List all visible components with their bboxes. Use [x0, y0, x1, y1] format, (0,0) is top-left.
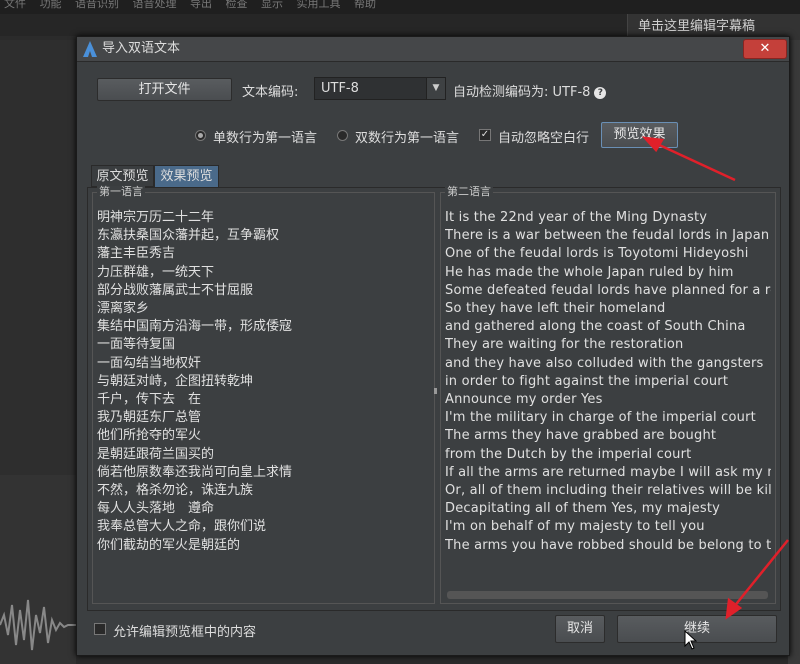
tab-original-preview[interactable]: 原文预览: [91, 165, 154, 187]
second-language-line: The arms they have grabbed are bought: [445, 428, 717, 444]
chevron-down-icon[interactable]: ▼: [426, 78, 445, 99]
second-language-line: He has made the whole Japan ruled by him: [445, 264, 734, 280]
second-language-line: Or, all of them including their relative…: [445, 483, 771, 499]
ignore-blank-label: 自动忽略空白行: [498, 131, 590, 146]
first-language-line: 一面勾结当地权奸: [97, 355, 202, 371]
even-first-radio[interactable]: [337, 130, 348, 141]
first-language-line: 倘若他原数奉还我尚可向皇上求情: [97, 464, 293, 480]
first-language-line: 不然，格杀勿论，诛连九族: [97, 483, 254, 499]
app-logo-icon: [83, 41, 97, 57]
menu-export[interactable]: 导出: [190, 0, 212, 9]
first-language-lines: 明神宗万历二十二年东瀛扶桑国众藩并起，互争霸权 藩主丰臣秀吉力压群雄，一统天下部分…: [97, 209, 430, 555]
first-language-legend: 第一语言: [97, 185, 145, 198]
menu-function[interactable]: 功能: [40, 0, 62, 9]
first-language-line: 他们所抢夺的军火: [97, 428, 202, 444]
first-language-line: 你们截劫的军火是朝廷的: [97, 537, 241, 553]
dialog-title: 导入双语文本: [102, 41, 181, 56]
second-language-line: Some defeated feudal lords have planned …: [445, 282, 771, 298]
first-language-line: 明神宗万历二十二年: [97, 210, 215, 225]
preview-content-area: 第一语言 明神宗万历二十二年东瀛扶桑国众藩并起，互争霸权 藩主丰臣秀吉力压群雄，一…: [87, 186, 781, 611]
app-menubar: 文件 功能 语音识别 语音处理 导出 检查 显示 实用工具 帮助: [0, 0, 800, 14]
ignore-blank-checkbox[interactable]: ✓: [479, 129, 491, 141]
odd-first-radio[interactable]: [195, 130, 206, 141]
first-language-line: 漂离家乡: [97, 301, 150, 317]
first-language-line: 力压群雄，一统天下: [97, 264, 215, 280]
tab-effect-preview[interactable]: 效果预览: [154, 165, 219, 187]
first-language-line: 东瀛扶桑国众藩并起，互争霸权: [97, 228, 280, 244]
allow-edit-checkbox[interactable]: [94, 623, 106, 635]
close-button[interactable]: ✕: [743, 39, 787, 59]
second-language-line: I'm the military in charge of the imperi…: [445, 410, 756, 426]
close-icon: ✕: [759, 41, 771, 56]
second-language-line: It is the 22nd year of the Ming Dynasty: [445, 210, 708, 225]
encoding-value: UTF-8: [321, 81, 359, 96]
second-language-line: and they have also colluded with the gan…: [445, 355, 764, 371]
encoding-label: 文本编码:: [242, 85, 299, 100]
open-file-button[interactable]: 打开文件: [97, 78, 232, 101]
even-first-label: 双数行为第一语言: [355, 131, 460, 146]
menu-speech-recognition[interactable]: 语音识别: [75, 0, 119, 9]
first-language-line: 集结中国南方沿海一带，形成倭寇: [97, 319, 293, 335]
first-language-line: 千户，传下去 在: [97, 392, 202, 408]
first-language-line: 每人人头落地 遵命: [97, 501, 215, 517]
first-language-line: 部分战败藩属武士不甘屈服: [97, 282, 254, 298]
second-language-line: and gathered along the coast of South Ch…: [445, 319, 746, 335]
second-language-line: If all the arms are returned maybe I wil…: [445, 464, 771, 480]
second-language-line: in order to fight against the imperial c…: [445, 373, 729, 389]
allow-edit-label: 允许编辑预览框中的内容: [113, 625, 257, 640]
first-language-line: 我乃朝廷东厂总管: [97, 410, 202, 426]
second-language-line: I'm on behalf of my majesty to tell you: [445, 519, 705, 535]
preview-effect-button[interactable]: 预览效果: [601, 122, 678, 148]
continue-button[interactable]: 继续: [617, 615, 777, 643]
waveform-graphic: [0, 599, 76, 651]
second-language-line: There is a war between the feudal lords …: [445, 228, 770, 244]
second-language-pane[interactable]: 第二语言 It is the 22nd year of the Ming Dyn…: [440, 186, 776, 604]
cancel-button[interactable]: 取消: [555, 615, 605, 643]
first-language-line: 藩主丰臣秀吉: [97, 246, 176, 262]
second-language-lines: It is the 22nd year of the Ming Dynasty T…: [445, 209, 771, 555]
second-language-line: They are waiting for the restoration: [445, 337, 684, 353]
pane-splitter-handle[interactable]: [434, 388, 437, 394]
second-language-line: Decapitating all of them Yes, my majesty: [445, 501, 721, 517]
menu-help[interactable]: 帮助: [354, 0, 376, 9]
mouse-cursor-icon: [684, 630, 697, 650]
first-language-line: 与朝廷对峙，企图扭转乾坤: [97, 373, 254, 389]
menu-tools[interactable]: 实用工具: [297, 0, 341, 9]
encoding-select[interactable]: UTF-8 ▼: [314, 77, 446, 100]
second-language-line: Announce my order Yes: [445, 392, 603, 408]
menu-speech-processing[interactable]: 语音处理: [133, 0, 177, 9]
second-language-line: The arms you have robbed should be belon…: [445, 537, 771, 553]
dialog-titlebar[interactable]: 导入双语文本 ✕: [77, 37, 789, 62]
detected-encoding-label: 自动检测编码为: UTF-8?: [453, 81, 607, 100]
second-language-line: from the Dutch by the imperial court: [445, 446, 692, 462]
horizontal-scrollbar[interactable]: [447, 591, 768, 599]
second-language-legend: 第二语言: [445, 185, 493, 198]
menu-check[interactable]: 检查: [226, 0, 248, 9]
detected-encoding-text: 自动检测编码为: UTF-8: [453, 85, 591, 100]
second-language-line: So they have left their homeland: [445, 301, 666, 317]
second-language-line: One of the feudal lords is Toyotomi Hide…: [445, 246, 749, 262]
menu-file[interactable]: 文件: [4, 0, 26, 9]
first-language-line: 是朝廷跟荷兰国买的: [97, 446, 215, 462]
menu-display[interactable]: 显示: [261, 0, 283, 9]
help-icon[interactable]: ?: [594, 86, 607, 99]
first-language-pane[interactable]: 第一语言 明神宗万历二十二年东瀛扶桑国众藩并起，互争霸权 藩主丰臣秀吉力压群雄，一…: [92, 186, 435, 604]
import-bilingual-dialog: 导入双语文本 ✕ 打开文件 文本编码: UTF-8 ▼ 自动检测编码为: UTF…: [76, 36, 790, 656]
first-language-line: 我奉总管大人之命，跟你们说: [97, 519, 267, 535]
first-language-line: 一面等待复国: [97, 337, 176, 353]
odd-first-label: 单数行为第一语言: [213, 131, 318, 146]
